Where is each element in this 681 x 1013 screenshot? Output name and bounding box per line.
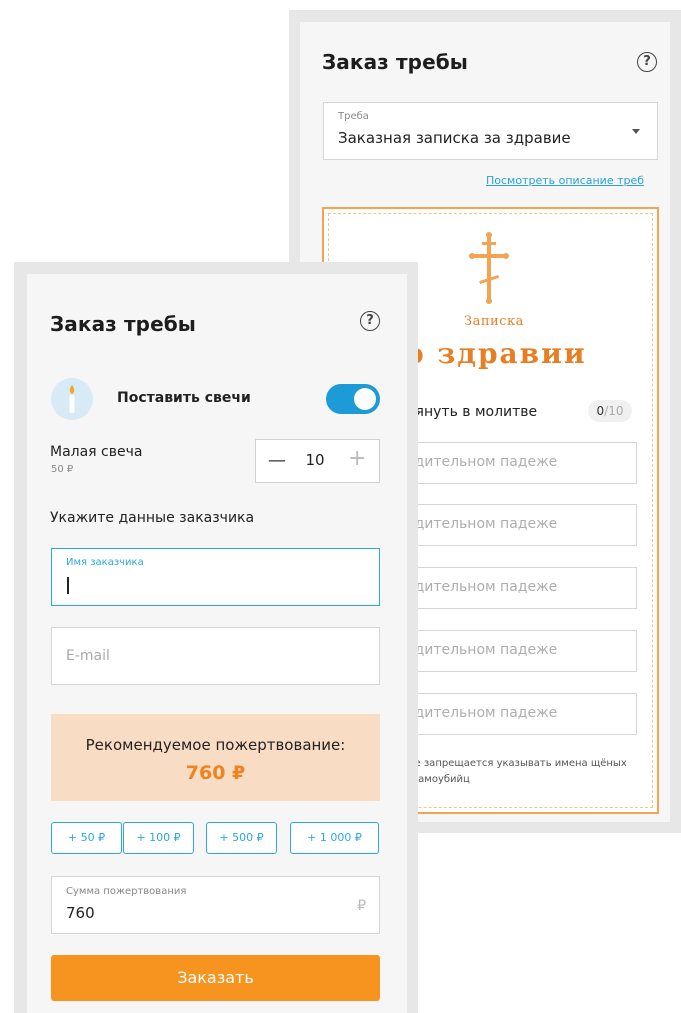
question-circle-icon[interactable]: ? — [360, 311, 380, 331]
prayer-name-input[interactable]: одительном падеже — [395, 693, 637, 735]
remember-in-prayer-label: мянуть в молитве — [405, 404, 538, 420]
candle-quantity-stepper: — 10 + — [255, 439, 380, 483]
prayer-name-placeholder: одительном падеже — [406, 642, 558, 658]
candle-quantity-value[interactable]: 10 — [300, 451, 330, 469]
text-caret — [67, 577, 69, 594]
add-100-button[interactable]: + 100 ₽ — [123, 822, 194, 854]
candle-icon — [51, 378, 93, 420]
add-50-button[interactable]: + 50 ₽ — [51, 822, 122, 854]
prayer-name-input[interactable]: одительном падеже — [395, 504, 637, 546]
order-button[interactable]: Заказать — [51, 955, 380, 1001]
small-candle-name: Малая свеча — [50, 444, 143, 460]
names-counter-current: 0 — [596, 404, 605, 418]
prayer-name-placeholder: одительном падеже — [406, 579, 558, 595]
recommended-donation-label: Рекомендуемое пожертвование: — [85, 736, 346, 754]
plus-button[interactable]: + — [348, 446, 366, 471]
names-counter-max: /10 — [604, 404, 624, 418]
note-heading-large: о здравии — [405, 337, 587, 370]
prayer-name-placeholder: одительном падеже — [406, 516, 558, 532]
prayer-name-placeholder: одительном падеже — [406, 705, 558, 721]
treba-select-value: Заказная записка за здравие — [338, 129, 571, 147]
treba-description-link[interactable]: Посмотреть описание треб — [486, 174, 644, 187]
email-placeholder: E-mail — [66, 648, 110, 664]
prayer-name-input[interactable]: одительном падеже — [395, 567, 637, 609]
donation-sum-label: Сумма пожертвования — [66, 886, 187, 897]
recommended-donation-box: Рекомендуемое пожертвование: 760 ₽ — [51, 714, 380, 801]
customer-section-title: Укажите данные заказчика — [50, 510, 255, 526]
recommended-donation-amount: 760 ₽ — [185, 762, 246, 784]
orthodox-cross-icon — [469, 232, 509, 304]
customer-name-label: Имя заказчика — [66, 557, 144, 568]
donation-sum-value: 760 — [66, 904, 95, 922]
prayer-name-placeholder: одительном падеже — [406, 454, 558, 470]
treba-select-label: Треба — [338, 111, 369, 122]
back-card-title: Заказ требы — [322, 50, 468, 74]
treba-select[interactable]: Треба Заказная записка за здравие — [323, 102, 658, 160]
minus-button[interactable]: — — [268, 450, 290, 471]
put-candles-label: Поставить свечи — [117, 390, 251, 406]
prayer-name-input[interactable]: одительном падеже — [395, 442, 637, 484]
prayer-name-input[interactable]: одительном падеже — [395, 630, 637, 672]
question-circle-icon[interactable]: ? — [637, 52, 657, 72]
note-warning-text: ске запрещается указывать имена щёных и … — [403, 758, 627, 785]
add-500-button[interactable]: + 500 ₽ — [206, 822, 277, 854]
donation-sum-field[interactable]: Сумма пожертвования 760 ₽ — [51, 876, 380, 934]
front-card-title: Заказ требы — [50, 312, 196, 336]
chevron-down-icon — [632, 129, 640, 134]
add-1000-button[interactable]: + 1 000 ₽ — [290, 822, 379, 854]
email-field[interactable]: E-mail — [51, 627, 380, 685]
toggle-knob — [354, 388, 376, 410]
note-heading-small: Записка — [464, 314, 524, 329]
ruble-currency-icon: ₽ — [357, 898, 366, 914]
small-candle-price: 50 ₽ — [51, 464, 74, 475]
put-candles-toggle[interactable] — [326, 384, 380, 414]
customer-name-field[interactable]: Имя заказчика — [51, 548, 380, 606]
names-counter-badge: 0/10 — [588, 400, 632, 422]
